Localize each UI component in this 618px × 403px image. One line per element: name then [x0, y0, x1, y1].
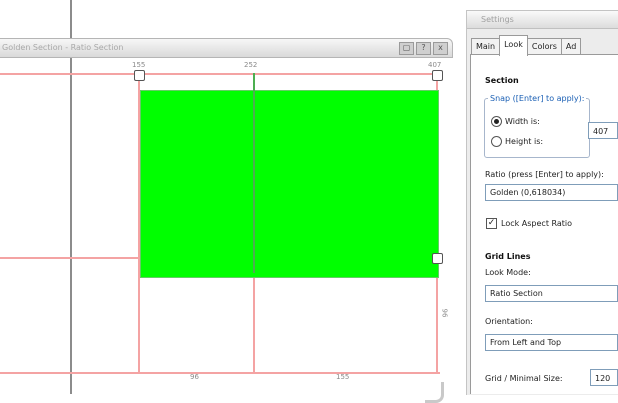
ruler-canvas[interactable]: 155 252 407 96 96 155 — [0, 57, 455, 403]
label-right-side: 96 — [440, 308, 449, 318]
label-top-mid: 252 — [244, 61, 258, 69]
snap-group-box — [484, 98, 590, 158]
window-controls: ▢ ? x — [399, 42, 448, 55]
resize-handle-bottom-right[interactable] — [432, 253, 443, 264]
resize-handle-top-right[interactable] — [432, 70, 443, 81]
guide-line-center-overlay — [253, 73, 255, 273]
restore-button[interactable]: ▢ — [399, 42, 414, 55]
look-mode-dropdown[interactable]: Ratio Section — [485, 285, 618, 302]
orientation-label: Orientation: — [485, 317, 533, 326]
guide-line-bottom — [0, 372, 440, 374]
grid-size-label: Grid / Minimal Size: — [485, 374, 563, 383]
label-top-right: 407 — [428, 61, 442, 69]
golden-section-rectangle[interactable] — [140, 90, 439, 278]
grid-lines-heading: Grid Lines — [485, 252, 531, 261]
ruler-window: Golden Section - Ratio Section ▢ ? x 155… — [0, 38, 455, 403]
tab-look[interactable]: Look — [499, 35, 528, 56]
grid-size-field[interactable]: 120 — [590, 369, 618, 386]
tab-advanced[interactable]: Ad — [560, 38, 582, 55]
resize-handle-top-left[interactable] — [134, 70, 145, 81]
ratio-label: Ratio (press [Enter] to apply): — [485, 170, 604, 179]
orientation-dropdown[interactable]: From Left and Top — [485, 334, 618, 351]
help-button[interactable]: ? — [416, 42, 431, 55]
ratio-dropdown[interactable]: Golden (0,618034) — [485, 184, 618, 201]
snap-group-caption: Snap ([Enter] to apply): — [488, 94, 587, 103]
width-radio[interactable] — [491, 116, 502, 127]
label-bottom-left: 96 — [190, 373, 199, 381]
settings-titlebar[interactable]: Settings — [467, 11, 618, 29]
width-radio-label: Width is: — [505, 117, 540, 126]
look-mode-label: Look Mode: — [485, 268, 531, 277]
ruler-titlebar[interactable]: Golden Section - Ratio Section ▢ ? x — [0, 38, 453, 58]
section-heading: Section — [485, 76, 519, 85]
tab-colors[interactable]: Colors — [526, 38, 562, 55]
label-top-left: 155 — [132, 61, 146, 69]
lock-aspect-checkbox[interactable]: ✓ — [486, 218, 497, 229]
lock-aspect-label: Lock Aspect Ratio — [501, 219, 573, 228]
tab-main[interactable]: Main — [471, 38, 501, 55]
settings-title: Settings — [481, 15, 514, 24]
settings-tabs: Main Look Colors Ad — [471, 35, 582, 56]
close-button[interactable]: x — [433, 42, 448, 55]
height-radio-label: Height is: — [505, 137, 544, 146]
label-bottom-right: 155 — [336, 373, 350, 381]
guide-line-top — [0, 73, 440, 75]
height-radio[interactable] — [491, 136, 502, 147]
window-resize-grip[interactable] — [425, 382, 444, 403]
ruler-window-title: Golden Section - Ratio Section — [2, 43, 124, 52]
width-field[interactable]: 407 — [588, 122, 618, 139]
